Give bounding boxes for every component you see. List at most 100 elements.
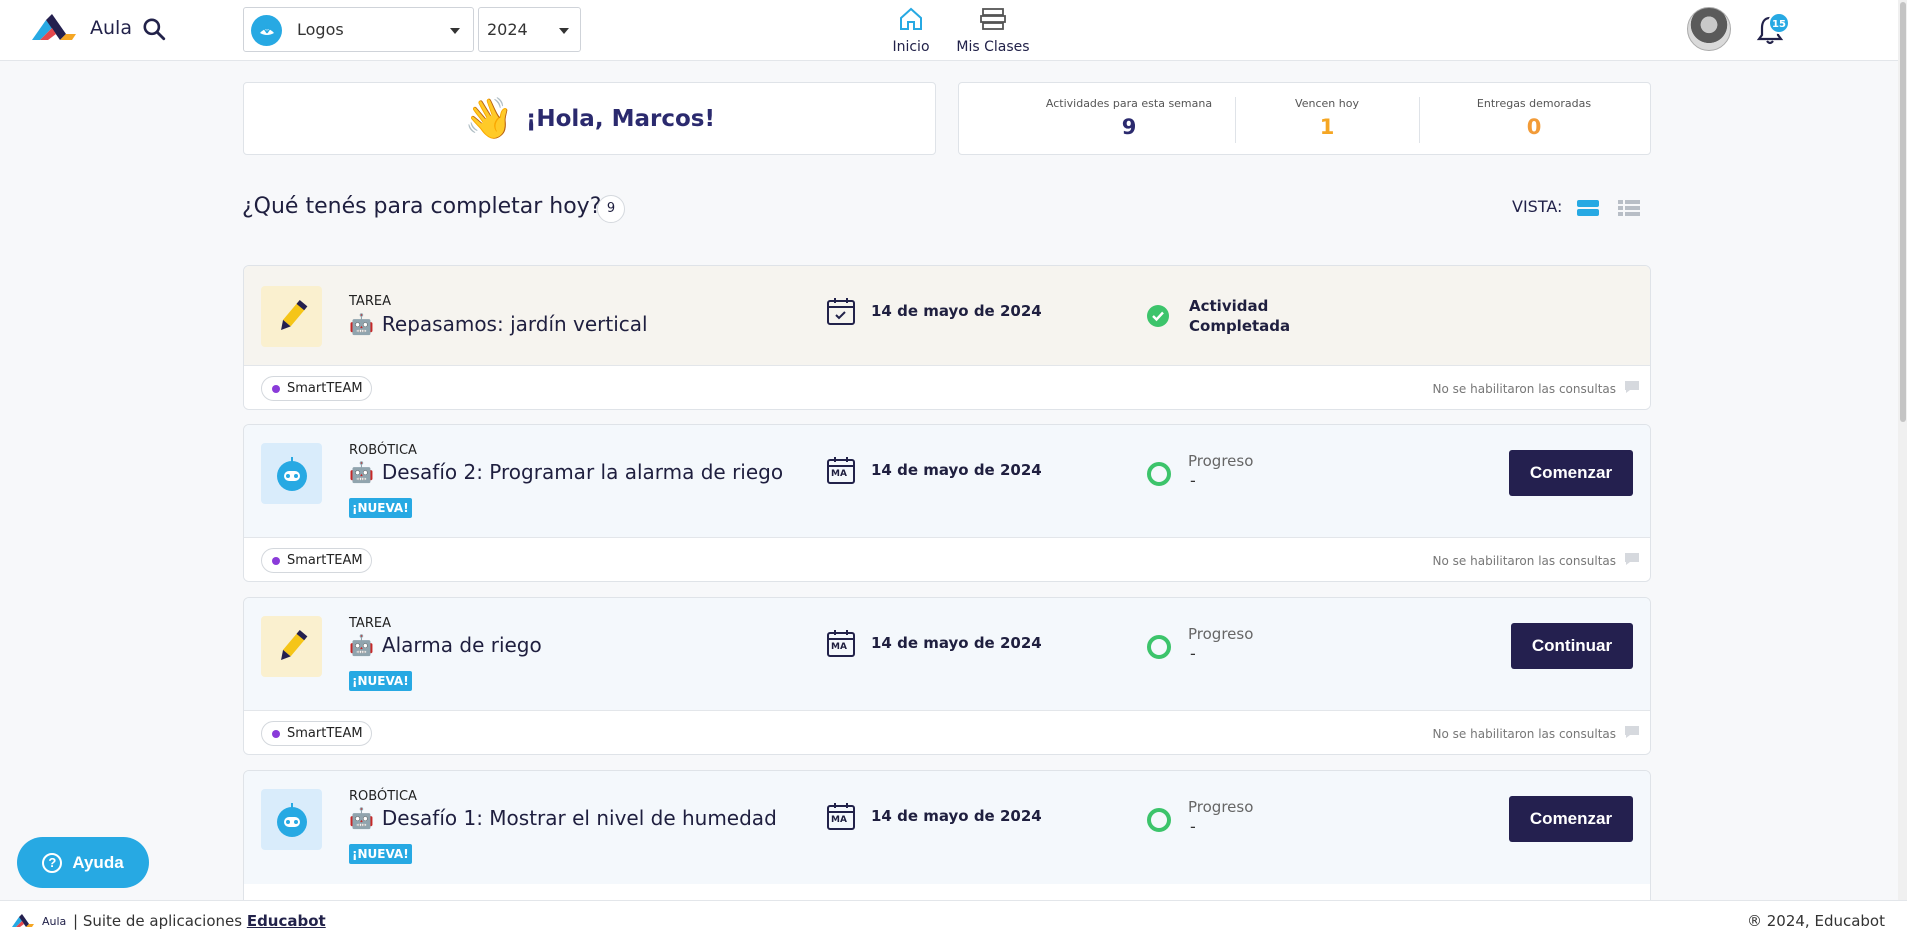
activity-footer: SmartTEAM No se habilitaron las consulta… — [244, 537, 1650, 581]
calendar-icon: MA — [826, 801, 856, 835]
chat-bubble-icon — [1625, 381, 1639, 393]
start-button[interactable]: Comenzar — [1509, 450, 1633, 496]
progress-ring-icon — [1147, 808, 1171, 832]
new-badge: ¡NUEVA! — [349, 844, 412, 864]
start-button[interactable]: Comenzar — [1509, 796, 1633, 842]
nav-label: Inicio — [892, 39, 930, 55]
avatar[interactable] — [1687, 7, 1731, 51]
list-view-icon[interactable] — [1617, 198, 1641, 218]
check-circle-icon — [1147, 305, 1169, 327]
chat-bubble-icon — [1625, 726, 1639, 738]
progress-ring-icon — [1147, 462, 1171, 486]
school-name: Logos — [297, 20, 344, 39]
section-title: ¿Qué tenés para completar hoy? — [242, 194, 602, 219]
stat-value: 0 — [1526, 115, 1542, 139]
stat-late: Entregas demoradas 0 — [1419, 83, 1649, 156]
activity-title-row: 🤖 Desafío 1: Mostrar el nivel de humedad — [349, 806, 777, 830]
stat-week-activities: Actividades para esta semana 9 — [979, 83, 1279, 156]
card-view-icon[interactable] — [1576, 198, 1600, 218]
stat-label: Actividades para esta semana — [1045, 97, 1213, 110]
help-label: Ayuda — [72, 852, 124, 872]
nav-inicio[interactable]: Inicio — [880, 4, 942, 55]
calendar-day: MA — [831, 642, 847, 652]
pencil-icon — [261, 286, 322, 347]
team-name: SmartTEAM — [287, 553, 363, 568]
stat-due-today: Vencen hoy 1 — [1235, 83, 1419, 156]
robot-icon — [261, 443, 322, 504]
footer-copyright: ® 2024, Educabot — [1746, 912, 1885, 930]
activity-status: Actividad Completada — [1189, 297, 1291, 335]
aula-logo[interactable]: Aula — [30, 12, 132, 44]
notification-count-badge: 15 — [1768, 12, 1790, 34]
robot-face-icon: 🤖 — [349, 460, 374, 484]
progress-value: - — [1190, 471, 1196, 490]
chevron-down-icon — [450, 28, 460, 34]
educabot-link[interactable]: Educabot — [247, 912, 326, 930]
year-select[interactable]: 2024 — [478, 7, 581, 52]
activities-count-badge: 9 — [597, 195, 625, 223]
team-tag: SmartTEAM — [261, 376, 372, 401]
calendar-icon: MA — [826, 455, 856, 489]
activity-type: ROBÓTICA — [349, 789, 417, 804]
school-select[interactable]: Logos — [243, 7, 474, 52]
stat-label: Entregas demoradas — [1476, 97, 1592, 110]
team-dot — [272, 730, 280, 738]
school-logo-icon — [251, 15, 282, 46]
scrollbar-thumb[interactable] — [1900, 2, 1906, 422]
home-icon — [900, 7, 922, 30]
team-dot — [272, 385, 280, 393]
help-button[interactable]: ? Ayuda — [17, 837, 149, 888]
activity-title: Desafío 1: Mostrar el nivel de humedad — [381, 806, 777, 830]
progress-label: Progreso — [1188, 625, 1254, 643]
activity-card[interactable]: ROBÓTICA 🤖 Desafío 2: Programar la alarm… — [243, 424, 1651, 582]
progress-value: - — [1190, 817, 1196, 836]
calendar-day: MA — [831, 815, 847, 825]
activity-title: Alarma de riego — [381, 633, 542, 657]
activity-date: 14 de mayo de 2024 — [871, 461, 1042, 479]
app-name: Aula — [90, 17, 132, 39]
consult-status: No se habilitaron las consultas — [1432, 727, 1616, 741]
footer-suite: | Suite de aplicaciones Educabot — [73, 912, 326, 930]
activity-type: TAREA — [349, 294, 391, 309]
greeting-card: 👋 ¡Hola, Marcos! — [243, 82, 936, 155]
continue-button[interactable]: Continuar — [1511, 623, 1633, 669]
footer-app-name: Aula — [42, 914, 67, 928]
activity-date: 14 de mayo de 2024 — [871, 634, 1042, 652]
nav-mis-clases[interactable]: Mis Clases — [955, 4, 1031, 55]
stat-label: Vencen hoy — [1295, 97, 1359, 110]
robot-face-icon: 🤖 — [349, 806, 374, 830]
calendar-check-icon — [827, 298, 855, 325]
activity-date: 14 de mayo de 2024 — [871, 302, 1042, 320]
robot-icon — [261, 789, 322, 850]
greeting-text: ¡Hola, Marcos! — [525, 105, 715, 132]
calendar-icon: MA — [826, 628, 856, 662]
activity-title-row: 🤖 Desafío 2: Programar la alarma de rieg… — [349, 460, 783, 484]
footer: Aula | Suite de aplicaciones Educabot ® … — [0, 900, 1907, 940]
activity-card[interactable]: TAREA 🤖 Alarma de riego ¡NUEVA! MA 14 de… — [243, 597, 1651, 755]
stat-value: 9 — [1121, 115, 1137, 139]
activity-date: 14 de mayo de 2024 — [871, 807, 1042, 825]
consult-status: No se habilitaron las consultas — [1432, 382, 1616, 396]
chat-bubble-icon — [1625, 553, 1639, 565]
pencil-icon — [261, 616, 322, 677]
activity-card[interactable]: ROBÓTICA 🤖 Desafío 1: Mostrar el nivel d… — [243, 770, 1651, 920]
footer-suite-text: | Suite de aplicaciones — [73, 912, 243, 930]
aula-logo-icon — [32, 14, 76, 40]
robot-face-icon: 🤖 — [349, 633, 374, 657]
team-dot — [272, 557, 280, 565]
progress-ring-icon — [1147, 635, 1171, 659]
classes-icon — [980, 8, 1006, 30]
activity-card[interactable]: TAREA 🤖 Repasamos: jardín vertical 14 de… — [243, 265, 1651, 410]
footer-logo: Aula — [10, 913, 66, 929]
robot-face-icon: 🤖 — [349, 312, 374, 336]
activity-title-row: 🤖 Repasamos: jardín vertical — [349, 312, 648, 336]
progress-label: Progreso — [1188, 452, 1254, 470]
nav-label: Mis Clases — [956, 39, 1030, 55]
activity-title: Desafío 2: Programar la alarma de riego — [381, 460, 784, 484]
search-icon[interactable] — [141, 16, 167, 42]
year-value: 2024 — [487, 20, 528, 39]
view-label: VISTA: — [1512, 197, 1563, 216]
activity-type: TAREA — [349, 616, 391, 631]
calendar-day: MA — [831, 469, 847, 479]
chevron-down-icon — [559, 28, 569, 34]
